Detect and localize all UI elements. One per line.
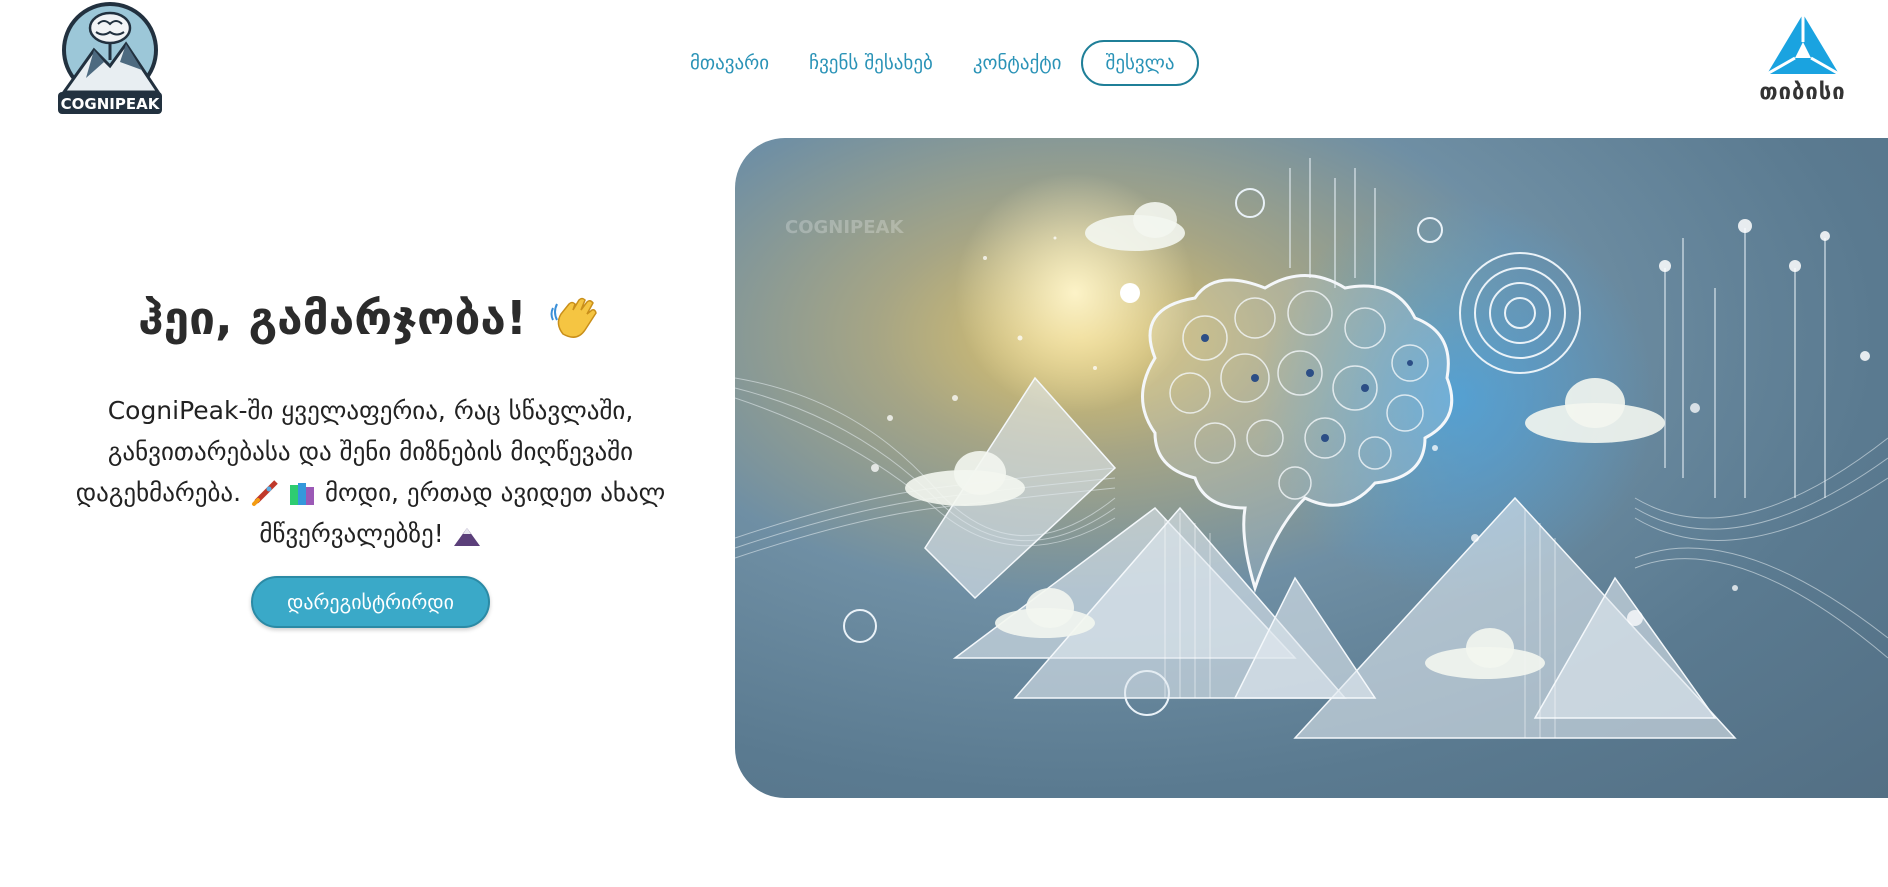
nav-home-link[interactable]: მთავარი bbox=[690, 52, 769, 74]
main-nav: მთავარი ჩვენს შესახებ კონტაქტი შესვლა bbox=[690, 38, 1199, 88]
tbc-logo[interactable]: თიბისი bbox=[1755, 12, 1850, 122]
hero-illustration: COGNIPEAK bbox=[735, 138, 1888, 798]
cognipeak-logo[interactable]: COGNIPEAK bbox=[50, 0, 170, 120]
waving-hand-icon bbox=[547, 290, 603, 346]
brain-mountains-illustration: COGNIPEAK bbox=[735, 158, 1888, 739]
rocket-icon bbox=[249, 479, 279, 509]
login-button[interactable]: შესვლა bbox=[1081, 40, 1199, 86]
register-button[interactable]: დარეგისტრირდი bbox=[251, 576, 490, 628]
hero-title: ჰეი, გამარჯობა! bbox=[28, 290, 713, 346]
tbc-triangle-icon bbox=[1765, 14, 1840, 76]
hero-title-text: ჰეი, გამარჯობა! bbox=[138, 291, 527, 345]
logo-left-text: COGNIPEAK bbox=[61, 95, 161, 113]
nav-about-link[interactable]: ჩვენს შესახებ bbox=[809, 52, 933, 74]
hero-description: CogniPeak-ში ყველაფერია, რაც სწავლაში, გ… bbox=[31, 390, 711, 554]
mountain-icon bbox=[452, 520, 482, 550]
tbc-logo-text: თიბისი bbox=[1759, 80, 1846, 105]
hero-content: ჰეი, გამარჯობა! CogniPeak-ში ყველაფერია,… bbox=[28, 290, 713, 628]
books-icon bbox=[287, 479, 317, 509]
nav-contact-link[interactable]: კონტაქტი bbox=[973, 52, 1062, 74]
image-watermark: COGNIPEAK bbox=[785, 217, 904, 238]
page: COGNIPEAK მთავარი ჩვენს შესახებ კონტაქტი… bbox=[0, 0, 1888, 887]
